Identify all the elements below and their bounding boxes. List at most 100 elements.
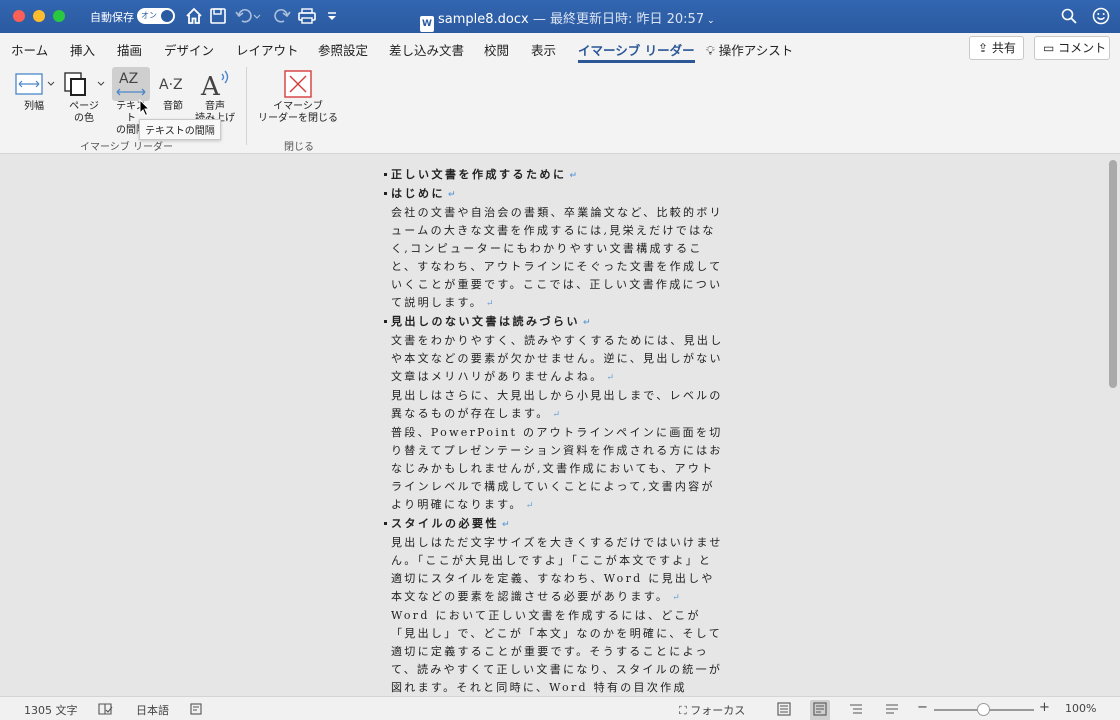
tab-tell-me[interactable]: 💡︎ 操作アシスト <box>706 40 793 59</box>
draft-view-icon[interactable] <box>884 702 900 719</box>
paragraph-mark-icon: ↵ <box>606 373 615 383</box>
share-button[interactable]: ⇪ 共有 <box>969 36 1024 60</box>
paragraph-mark-icon: ↵ <box>502 520 510 530</box>
tab-insert[interactable]: 挿入 <box>70 40 95 59</box>
comment-button[interactable]: ▭ コメント <box>1034 36 1110 60</box>
doc-heading[interactable]: 見出しのない文書は読みづらい ↵ <box>384 313 724 332</box>
close-reader-label-2: リーダーを閉じる <box>258 113 338 124</box>
word-doc-icon: W <box>420 16 434 32</box>
text-spacing-tooltip: テキストの間隔 <box>139 119 221 140</box>
undo-icon[interactable] <box>234 6 261 26</box>
tab-layout[interactable]: レイアウト <box>236 40 299 59</box>
language-indicator[interactable]: 日本語 <box>136 702 169 718</box>
comment-label: コメント <box>1058 41 1107 55</box>
page-color-icon <box>60 67 108 101</box>
close-reader-icon <box>257 67 339 101</box>
paragraph-text: 会社の文書や自治会の書類、卒業論文など、比較的ボリュームの大きな文書を作成するに… <box>391 206 723 309</box>
paragraph-mark-icon: ↵ <box>552 410 561 420</box>
doc-paragraph[interactable]: 普段、PowerPoint のアウトラインペインに画面を切り替えてプレゼンテーシ… <box>384 424 724 515</box>
syllables-label: 音節 <box>163 101 183 112</box>
customize-icon[interactable] <box>322 6 342 26</box>
page-color-button[interactable]: ページ の色 <box>60 67 108 125</box>
smiley-icon[interactable] <box>1091 6 1111 26</box>
maximize-window-button[interactable] <box>53 10 65 22</box>
column-width-label: 列幅 <box>24 101 44 112</box>
track-changes-icon[interactable] <box>188 702 204 719</box>
paragraph-mark-icon: ↵ <box>569 171 578 181</box>
column-width-icon <box>10 67 58 101</box>
doc-paragraph[interactable]: 文書をわかりやすく、読みやすくするためには、見出しや本文などの要素が欠かせません… <box>384 332 724 387</box>
home-icon[interactable] <box>184 6 204 26</box>
tab-references[interactable]: 参照設定 <box>318 40 368 59</box>
paragraph-mark-icon: ↵ <box>525 501 534 511</box>
search-icon[interactable] <box>1059 6 1079 26</box>
syllables-button[interactable]: A·Z 音節 <box>154 67 192 113</box>
ribbon: 列幅 ページ の色 AZ テキスト の間隔 A·Z 音節 A 音声 読み上げ イ… <box>0 63 1120 154</box>
zoom-out-button[interactable]: − <box>917 700 928 715</box>
zoom-in-button[interactable]: + <box>1039 700 1050 715</box>
tab-mailings[interactable]: 差し込み文書 <box>389 40 464 59</box>
document-area[interactable]: 正しい文書を作成するために ↵ はじめに ↵ 会社の文書や自治会の書類、卒業論文など、比… <box>0 154 1120 696</box>
ribbon-tabs: ホーム 挿入 描画 デザイン レイアウト 参照設定 差し込み文書 校閲 表示 イ… <box>0 33 1120 63</box>
document-page[interactable]: 正しい文書を作成するために ↵ はじめに ↵ 会社の文書や自治会の書類、卒業論文など、比… <box>384 166 724 696</box>
chevron-down-icon[interactable]: ⌄ <box>707 16 715 26</box>
mouse-cursor-icon <box>139 99 151 117</box>
ribbon-separator <box>246 67 247 145</box>
focus-icon: ⛶ <box>679 704 687 717</box>
paragraph-text: 普段、PowerPoint のアウトラインペインに画面を切り替えてプレゼンテーシ… <box>391 426 723 511</box>
svg-text:A·Z: A·Z <box>159 77 183 93</box>
status-bar: 1305 文字 日本語 ⛶ フォーカス − + 100% <box>0 696 1120 720</box>
syllables-icon: A·Z <box>154 67 192 101</box>
autosave-label: 自動保存 <box>90 11 134 24</box>
doc-heading[interactable]: はじめに ↵ <box>384 185 724 204</box>
minimize-window-button[interactable] <box>33 10 45 22</box>
paragraph-text: はじめに <box>391 187 445 200</box>
doc-heading[interactable]: 正しい文書を作成するために ↵ <box>384 166 724 185</box>
proofing-icon[interactable] <box>97 702 113 719</box>
print-layout-icon[interactable] <box>776 702 792 719</box>
title-bar: 自動保存 オン Wsample8.docx — 最終更新日時: 昨日 20:57… <box>0 0 1120 33</box>
word-count[interactable]: 1305 文字 <box>24 702 78 718</box>
tab-design[interactable]: デザイン <box>164 40 214 59</box>
share-label: 共有 <box>991 41 1016 55</box>
paragraph-mark-icon: ↵ <box>583 318 591 328</box>
doc-subtitle: — 最終更新日時: 昨日 20:57 <box>528 12 705 27</box>
paragraph-text: 正しい文書を作成するために <box>391 168 567 181</box>
print-icon[interactable] <box>297 6 317 26</box>
doc-name: sample8.docx <box>438 12 529 27</box>
doc-heading[interactable]: スタイルの必要性 ↵ <box>384 515 724 534</box>
close-reader-label-1: イマーシブ <box>273 101 323 112</box>
doc-paragraph[interactable]: 見出しはさらに、大見出しから小見出しまで、レベルの異なるものが存在します。 ↵ <box>384 387 724 424</box>
doc-paragraph[interactable]: 会社の文書や自治会の書類、卒業論文など、比較的ボリュームの大きな文書を作成するに… <box>384 204 724 313</box>
document-title: Wsample8.docx — 最終更新日時: 昨日 20:57 ⌄ <box>420 8 715 32</box>
paragraph-text: 見出しのない文書は読みづらい <box>391 315 580 328</box>
zoom-level[interactable]: 100% <box>1065 702 1096 715</box>
web-layout-icon[interactable] <box>810 700 830 720</box>
paragraph-text: 文書をわかりやすく、読みやすくするためには、見出しや本文などの要素が欠かせません… <box>391 334 724 383</box>
doc-paragraph[interactable]: 見出しはただ文字サイズを大きくするだけではいけません。「ここが大見出しですよ」「… <box>384 534 724 607</box>
paragraph-mark-icon: ↵ <box>672 593 680 603</box>
paragraph-text: Word において正しい文書を作成するには、どこが「見出し」で、どこが「本文」な… <box>391 609 723 694</box>
autosave-toggle[interactable]: オン <box>137 8 175 24</box>
outline-view-icon[interactable] <box>848 702 864 719</box>
zoom-slider-knob[interactable] <box>977 703 990 716</box>
tab-immersive-reader[interactable]: イマーシブ リーダー <box>578 40 695 63</box>
text-spacing-icon: AZ <box>112 67 150 101</box>
read-aloud-label-1: 音声 <box>205 101 225 112</box>
redo-icon[interactable] <box>272 6 292 26</box>
save-icon[interactable] <box>208 6 228 26</box>
read-aloud-icon: A <box>195 67 235 101</box>
close-window-button[interactable] <box>13 10 25 22</box>
close-immersive-reader-button[interactable]: イマーシブ リーダーを閉じる <box>257 67 339 125</box>
column-width-button[interactable]: 列幅 <box>10 67 58 113</box>
doc-paragraph[interactable]: Word において正しい文書を作成するには、どこが「見出し」で、どこが「本文」な… <box>384 607 724 696</box>
group-label-close: 閉じる <box>284 142 314 153</box>
tab-draw[interactable]: 描画 <box>117 40 142 59</box>
tab-home[interactable]: ホーム <box>11 40 48 59</box>
tab-view[interactable]: 表示 <box>531 40 556 59</box>
read-aloud-button[interactable]: A 音声 読み上げ <box>195 67 235 125</box>
tab-review[interactable]: 校閲 <box>484 40 509 59</box>
svg-text:A: A <box>200 72 221 100</box>
vertical-scrollbar-thumb[interactable] <box>1109 160 1117 388</box>
focus-button[interactable]: ⛶ フォーカス <box>679 702 745 718</box>
